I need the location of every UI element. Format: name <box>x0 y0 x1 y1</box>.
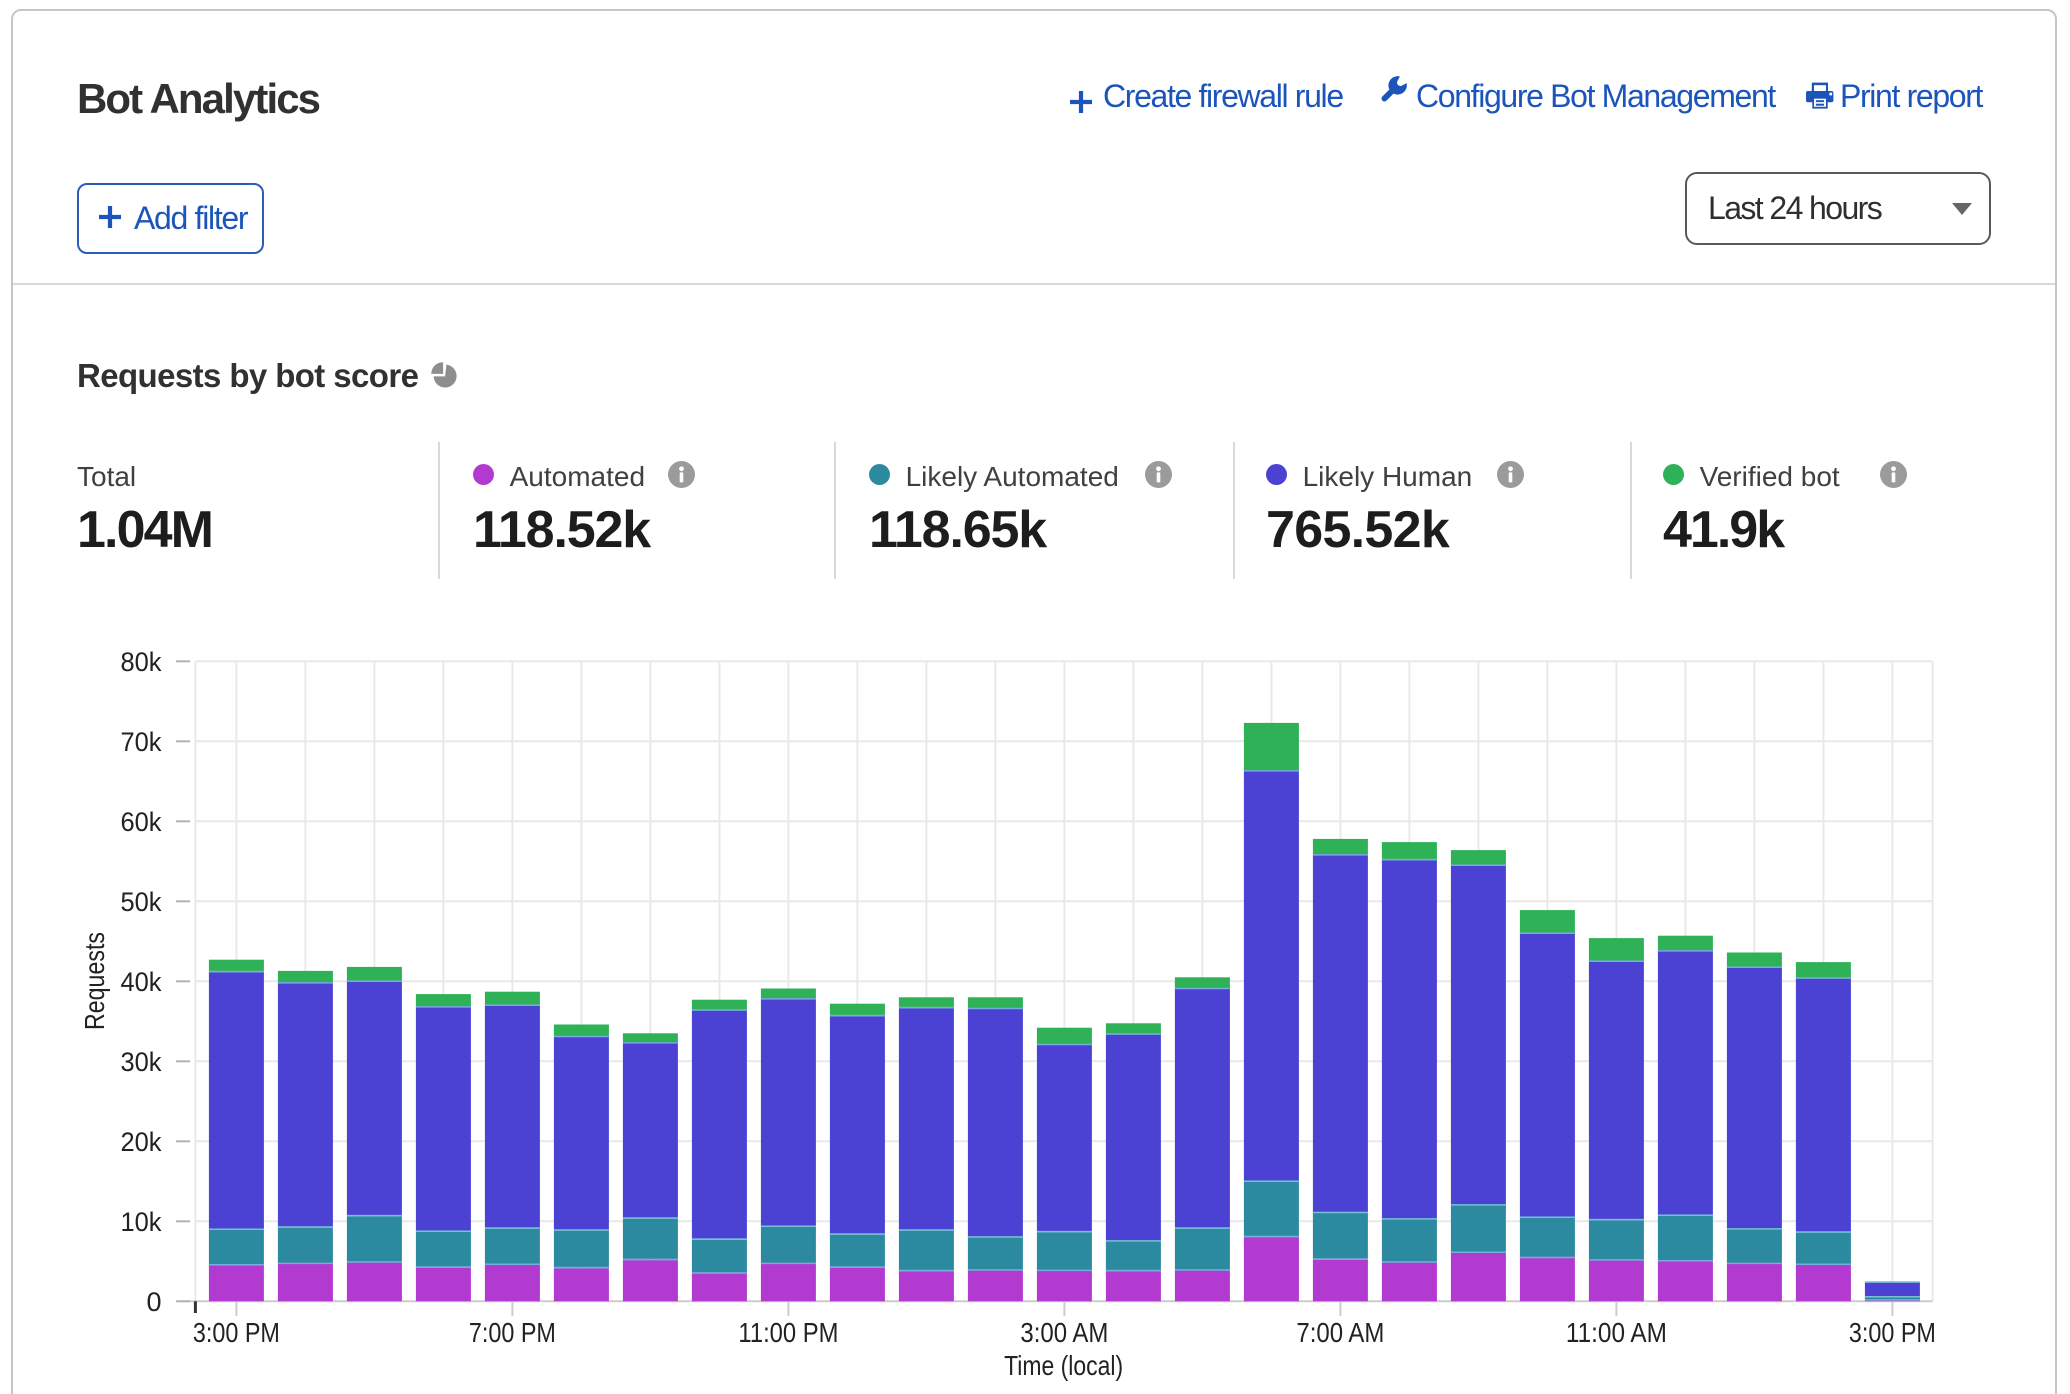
svg-text:11:00 PM: 11:00 PM <box>738 1317 838 1348</box>
svg-text:50k: 50k <box>121 887 162 917</box>
svg-text:3:00 AM: 3:00 AM <box>1020 1317 1108 1348</box>
svg-text:40k: 40k <box>121 967 162 997</box>
svg-text:20k: 20k <box>121 1127 162 1157</box>
svg-text:Requests: Requests <box>79 932 110 1030</box>
svg-text:0: 0 <box>146 1287 161 1317</box>
svg-text:7:00 AM: 7:00 AM <box>1296 1317 1384 1348</box>
svg-text:70k: 70k <box>121 727 162 757</box>
svg-text:3:00 PM: 3:00 PM <box>1849 1317 1936 1348</box>
svg-text:10k: 10k <box>121 1207 162 1237</box>
svg-text:Time (local): Time (local) <box>1004 1350 1123 1381</box>
svg-text:80k: 80k <box>121 647 162 677</box>
svg-text:30k: 30k <box>121 1047 162 1077</box>
svg-text:11:00 AM: 11:00 AM <box>1566 1317 1667 1348</box>
svg-text:7:00 PM: 7:00 PM <box>469 1317 556 1348</box>
svg-text:3:00 PM: 3:00 PM <box>193 1317 280 1348</box>
svg-text:60k: 60k <box>121 807 162 837</box>
